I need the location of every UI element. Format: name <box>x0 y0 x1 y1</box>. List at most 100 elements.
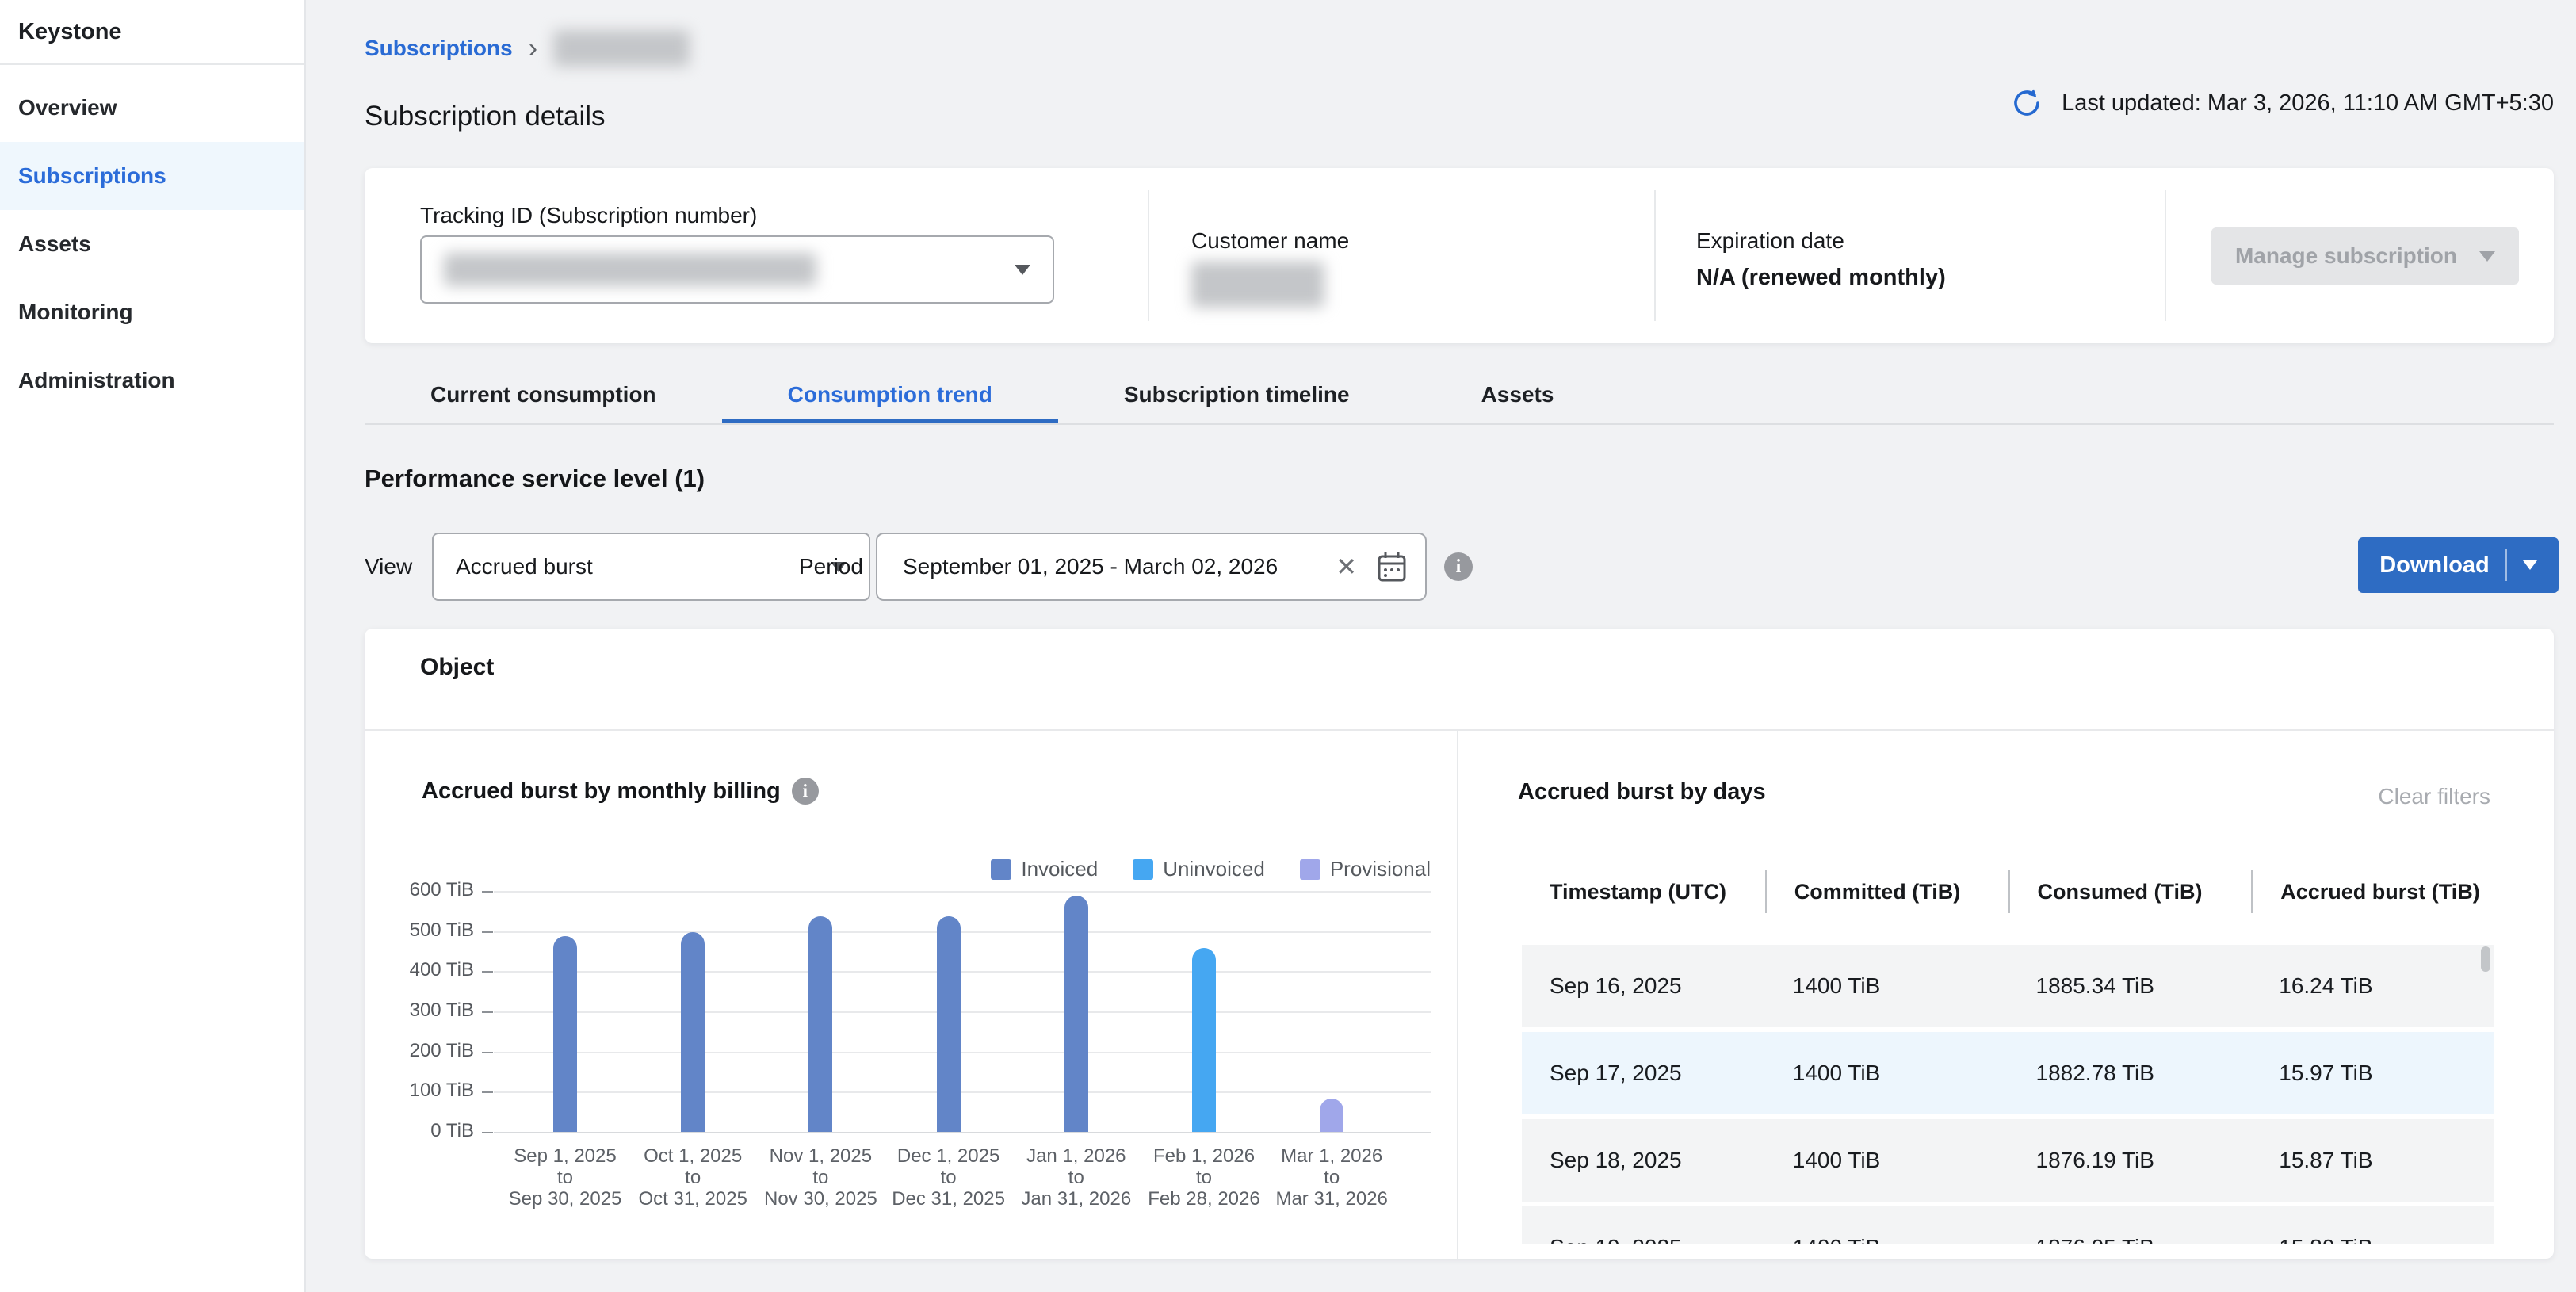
close-icon[interactable]: ✕ <box>1336 554 1357 579</box>
panel-divider <box>1457 729 1458 1259</box>
page-title: Subscription details <box>365 101 606 132</box>
sidebar-item-administration[interactable]: Administration <box>0 346 304 415</box>
period-label: Period <box>799 533 863 601</box>
column-header-committed-tib-[interactable]: Committed (TiB) <box>1765 870 2008 913</box>
gridline-500 <box>494 931 1431 933</box>
table-header-row: Timestamp (UTC)Committed (TiB)Consumed (… <box>1522 870 2494 913</box>
tracking-id-value-redacted <box>444 253 816 286</box>
x-axis-label: Feb 1, 2026toFeb 28, 2026 <box>1137 1145 1271 1210</box>
ytick-label: 100 TiB <box>365 1080 474 1102</box>
table-row[interactable]: Sep 17, 20251400 TiB1882.78 TiB15.97 TiB <box>1522 1032 2494 1114</box>
table-row[interactable]: Sep 18, 20251400 TiB1876.19 TiB15.87 TiB <box>1522 1119 2494 1202</box>
ytick-label: 500 TiB <box>365 919 474 942</box>
ytick-mark <box>482 1132 493 1133</box>
legend-label: Provisional <box>1330 857 1431 881</box>
chevron-down-icon[interactable] <box>2523 560 2537 570</box>
breadcrumb-current-redacted <box>553 30 690 67</box>
chart-legend: InvoicedUninvoicedProvisional <box>872 857 1431 881</box>
sidebar-item-monitoring[interactable]: Monitoring <box>0 278 304 346</box>
table-title: Accrued burst by days <box>1518 779 1766 805</box>
breadcrumb: Subscriptions › <box>365 29 690 68</box>
table-body: Sep 16, 20251400 TiB1885.34 TiB16.24 TiB… <box>1522 945 2494 1244</box>
ytick-mark <box>482 891 493 893</box>
chevron-down-icon <box>1015 265 1030 275</box>
bar-feb-1-2026 <box>1192 948 1216 1132</box>
ytick-label: 300 TiB <box>365 1000 474 1022</box>
chart-header: Accrued burst by monthly billing i <box>422 778 819 805</box>
breadcrumb-subscriptions-link[interactable]: Subscriptions <box>365 36 513 61</box>
table-row[interactable]: Sep 19, 20251400 TiB1876.05 TiB15.80 TiB <box>1522 1206 2494 1244</box>
download-button[interactable]: Download <box>2358 537 2559 593</box>
x-axis-label: Dec 1, 2025toDec 31, 2025 <box>881 1145 1016 1210</box>
subscription-summary-card: Tracking ID (Subscription number) Custom… <box>365 168 2554 343</box>
period-input[interactable]: September 01, 2025 - March 02, 2026 ✕ <box>876 533 1427 601</box>
legend-item-invoiced: Invoiced <box>991 857 1098 881</box>
table-cell: 15.97 TiB <box>2251 1032 2494 1114</box>
table-cell: 1876.05 TiB <box>2008 1206 2252 1244</box>
table-cell: 15.87 TiB <box>2251 1119 2494 1202</box>
gridline-100 <box>494 1091 1431 1093</box>
legend-swatch <box>1300 859 1320 880</box>
sidebar: Keystone OverviewSubscriptionsAssetsMoni… <box>0 0 306 1292</box>
ytick-label: 400 TiB <box>365 959 474 981</box>
x-axis-label: Jan 1, 2026toJan 31, 2026 <box>1009 1145 1144 1210</box>
ytick-label: 0 TiB <box>365 1120 474 1142</box>
ytick-mark <box>482 1091 493 1093</box>
ytick-label: 200 TiB <box>365 1040 474 1062</box>
table-cell: 1400 TiB <box>1765 1119 2008 1202</box>
subscription-details-page: Keystone OverviewSubscriptionsAssetsMoni… <box>0 0 2576 1292</box>
tracking-id-select[interactable] <box>420 235 1054 304</box>
table-cell: 1876.19 TiB <box>2008 1119 2252 1202</box>
table-row[interactable]: Sep 16, 20251400 TiB1885.34 TiB16.24 TiB <box>1522 945 2494 1027</box>
tab-consumption-trend[interactable]: Consumption trend <box>722 366 1058 423</box>
last-updated-text: Last updated: Mar 3, 2026, 11:10 AM GMT+… <box>2062 90 2554 117</box>
info-icon[interactable]: i <box>792 778 819 805</box>
object-card: Object Accrued burst by monthly billing … <box>365 629 2554 1259</box>
button-divider <box>2505 549 2507 581</box>
tab-bar-underline <box>365 423 2554 425</box>
table-scrollbar-thumb[interactable] <box>2481 946 2490 972</box>
tab-current-consumption[interactable]: Current consumption <box>365 366 722 423</box>
tab-subscription-timeline[interactable]: Subscription timeline <box>1058 366 1416 423</box>
sidebar-nav: OverviewSubscriptionsAssetsMonitoringAdm… <box>0 74 304 415</box>
column-header-timestamp-utc-[interactable]: Timestamp (UTC) <box>1522 870 1765 913</box>
info-icon[interactable]: i <box>1444 552 1473 581</box>
ytick-mark <box>482 1052 493 1053</box>
bar-mar-1-2026 <box>1320 1099 1343 1132</box>
section-title: Performance service level (1) <box>365 464 705 493</box>
bar-dec-1-2025 <box>937 916 961 1132</box>
ytick-mark <box>482 1011 493 1013</box>
last-updated-group: Last updated: Mar 3, 2026, 11:10 AM GMT+… <box>2009 86 2554 120</box>
expiration-date-label: Expiration date <box>1696 228 1844 254</box>
clear-filters-button[interactable]: Clear filters <box>2378 784 2490 809</box>
ytick-mark <box>482 971 493 973</box>
app-brand: Keystone <box>18 0 122 63</box>
gridline-300 <box>494 1011 1431 1013</box>
table-cell: Sep 19, 2025 <box>1522 1206 1765 1244</box>
manage-subscription-label: Manage subscription <box>2235 243 2457 269</box>
period-value: September 01, 2025 - March 02, 2026 <box>903 554 1317 579</box>
column-header-consumed-tib-[interactable]: Consumed (TiB) <box>2008 870 2252 913</box>
summary-divider-2 <box>1654 190 1656 321</box>
sidebar-item-overview[interactable]: Overview <box>0 74 304 142</box>
object-section-title: Object <box>420 654 494 681</box>
ytick-mark <box>482 931 493 933</box>
table-cell: Sep 18, 2025 <box>1522 1119 1765 1202</box>
calendar-icon[interactable] <box>1376 550 1408 583</box>
table-cell: 1400 TiB <box>1765 945 2008 1027</box>
column-header-accrued-burst-tib-[interactable]: Accrued burst (TiB) <box>2251 870 2494 913</box>
customer-name-label: Customer name <box>1191 228 1349 254</box>
download-label: Download <box>2379 552 2490 579</box>
expiration-date-value: N/A (renewed monthly) <box>1696 265 1946 291</box>
ytick-label: 600 TiB <box>365 879 474 901</box>
manage-subscription-button[interactable]: Manage subscription <box>2211 227 2519 285</box>
sidebar-item-assets[interactable]: Assets <box>0 210 304 278</box>
view-select-value: Accrued burst <box>456 554 831 579</box>
x-axis-label: Nov 1, 2025toNov 30, 2025 <box>753 1145 888 1210</box>
table-cell: 1400 TiB <box>1765 1032 2008 1114</box>
refresh-icon[interactable] <box>2009 86 2044 120</box>
sidebar-item-subscriptions[interactable]: Subscriptions <box>0 142 304 210</box>
tab-assets[interactable]: Assets <box>1416 366 1620 423</box>
bar-nov-1-2025 <box>808 916 832 1132</box>
table-cell: 1882.78 TiB <box>2008 1032 2252 1114</box>
